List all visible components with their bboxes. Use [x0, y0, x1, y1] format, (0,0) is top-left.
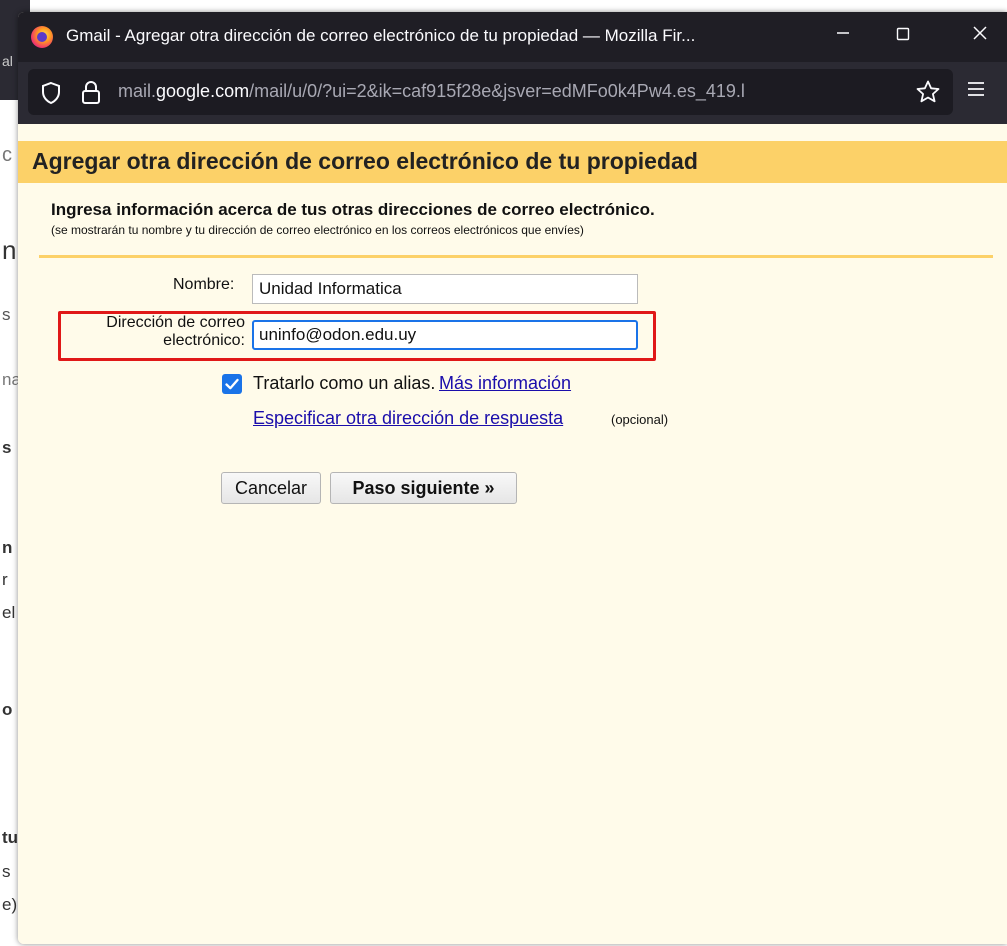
minimize-icon[interactable] — [821, 16, 865, 56]
url-toolbar: mail.google.com/mail/u/0/?ui=2&ik=caf915… — [18, 62, 1007, 124]
url-prefix: mail. — [118, 81, 157, 101]
background-text: al — [2, 53, 13, 69]
background-text: r — [2, 570, 8, 589]
maximize-icon[interactable] — [881, 16, 925, 56]
background-text: c — [2, 144, 12, 166]
shield-icon[interactable] — [40, 81, 62, 110]
browser-popup-window: Gmail - Agregar otra dirección de correo… — [18, 12, 1007, 944]
dialog-content: Agregar otra dirección de correo electró… — [18, 124, 1007, 944]
reply-address-link[interactable]: Especificar otra dirección de respuesta — [253, 408, 563, 429]
bookmark-star-icon[interactable] — [915, 79, 941, 110]
url-path: /mail/u/0/?ui=2&ik=caf915f28e&jsver=edMF… — [249, 81, 745, 101]
email-label-line2: electrónico: — [163, 332, 245, 349]
title-bar[interactable]: Gmail - Agregar otra dirección de correo… — [18, 12, 1007, 62]
background-text: o — [2, 700, 13, 719]
url-text[interactable]: mail.google.com/mail/u/0/?ui=2&ik=caf915… — [118, 81, 908, 102]
background-text: e) — [2, 895, 18, 914]
address-bar[interactable]: mail.google.com/mail/u/0/?ui=2&ik=caf915… — [28, 69, 953, 115]
alias-checkbox[interactable] — [222, 374, 242, 394]
background-text: s — [2, 305, 11, 324]
url-host: google.com — [156, 81, 250, 101]
optional-label: (opcional) — [611, 412, 669, 427]
alias-label: Tratarlo como un alias. — [253, 373, 436, 393]
firefox-logo-icon — [31, 26, 53, 48]
email-field[interactable] — [252, 320, 638, 350]
dialog-header: Agregar otra dirección de correo electró… — [18, 141, 1007, 183]
divider — [39, 255, 993, 258]
email-label-line1: Dirección de correo — [106, 314, 245, 331]
close-icon[interactable] — [958, 16, 1002, 56]
name-field[interactable] — [252, 274, 638, 304]
background-text: s — [2, 862, 11, 881]
window-title: Gmail - Agregar otra dirección de correo… — [66, 26, 696, 45]
checkmark-icon — [225, 378, 239, 390]
next-step-button[interactable]: Paso siguiente » — [330, 472, 517, 504]
name-label: Nombre: — [173, 276, 235, 293]
background-text: n — [2, 538, 13, 557]
background-text: tu — [2, 828, 19, 847]
page-title: Agregar otra dirección de correo electró… — [32, 148, 698, 174]
background-text: s — [2, 438, 12, 457]
background-text: el — [2, 603, 16, 622]
hamburger-menu-icon[interactable] — [966, 81, 986, 102]
cancel-button[interactable]: Cancelar — [221, 472, 321, 504]
email-label: Dirección de correo electrónico: — [106, 314, 245, 350]
intro-heading: Ingresa información acerca de tus otras … — [51, 200, 655, 219]
more-info-link[interactable]: Más información — [439, 373, 571, 394]
background-text: n — [2, 235, 17, 265]
lock-icon[interactable] — [80, 80, 102, 111]
intro-subtext: (se mostrarán tu nombre y tu dirección d… — [51, 223, 584, 237]
